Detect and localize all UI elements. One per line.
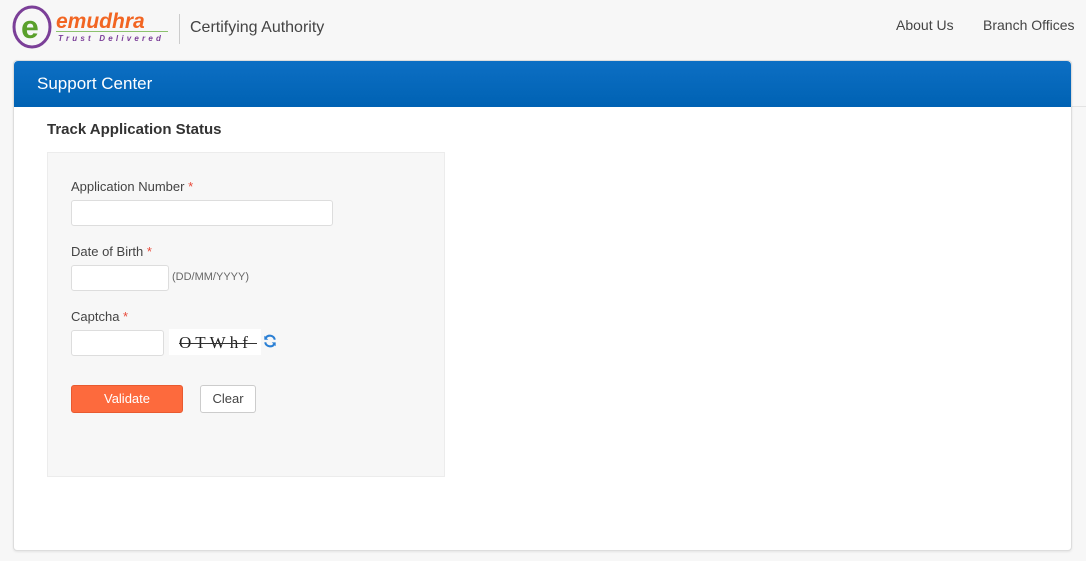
refresh-icon[interactable]	[263, 334, 277, 348]
logo-divider	[179, 14, 180, 44]
nav-about-us[interactable]: About Us	[896, 17, 954, 33]
required-mark: *	[123, 309, 129, 324]
logo-tagline: Trust Delivered	[58, 34, 164, 43]
label-text: Application Number	[71, 179, 185, 194]
support-center-panel: Support Center Track Application Status …	[13, 60, 1072, 551]
label-text: Date of Birth	[71, 244, 144, 259]
nav-branch-offices[interactable]: Branch Offices	[983, 17, 1075, 33]
captcha-label: Captcha *	[71, 309, 128, 324]
emudhra-logo[interactable]: e emudhra Trust Delivered	[12, 4, 172, 50]
top-navbar: e emudhra Trust Delivered Certifying Aut…	[0, 0, 1086, 56]
label-text: Captcha	[71, 309, 120, 324]
required-mark: *	[188, 179, 194, 194]
panel-header: Support Center	[14, 61, 1071, 107]
application-number-label: Application Number *	[71, 179, 193, 194]
logo-underline	[56, 31, 168, 32]
date-of-birth-input[interactable]	[71, 265, 169, 291]
divider	[1070, 106, 1086, 107]
captcha-strike-line	[179, 343, 257, 344]
site-subtitle: Certifying Authority	[190, 19, 325, 36]
logo-brand: emudhra	[56, 10, 145, 33]
captcha-input[interactable]	[71, 330, 164, 356]
panel-title: Support Center	[37, 74, 153, 93]
captcha-image: OTWhf	[169, 329, 261, 355]
clear-button[interactable]: Clear	[200, 385, 256, 413]
date-format-hint: (DD/MM/YYYY)	[172, 271, 249, 283]
track-status-form: Application Number * Date of Birth * (DD…	[47, 152, 445, 477]
form-title: Track Application Status	[47, 121, 222, 138]
date-of-birth-label: Date of Birth *	[71, 244, 152, 259]
logo-letter: e	[21, 9, 39, 45]
application-number-input[interactable]	[71, 200, 333, 226]
required-mark: *	[146, 244, 152, 259]
validate-button[interactable]: Validate	[71, 385, 183, 413]
